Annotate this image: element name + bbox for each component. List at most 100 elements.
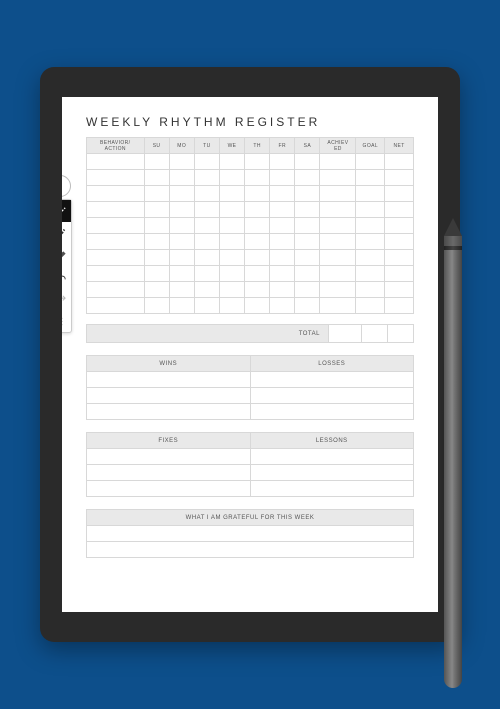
tracker-cell[interactable] <box>194 170 219 186</box>
pen-icon[interactable] <box>62 200 71 222</box>
tracker-cell[interactable] <box>169 218 194 234</box>
tracker-cell[interactable] <box>245 202 270 218</box>
tracker-cell[interactable] <box>356 250 385 266</box>
tracker-cell[interactable] <box>87 202 145 218</box>
tracker-cell[interactable] <box>245 154 270 170</box>
tracker-cell[interactable] <box>270 202 295 218</box>
tracker-cell[interactable] <box>194 218 219 234</box>
tracker-cell[interactable] <box>194 202 219 218</box>
tracker-cell[interactable] <box>194 298 219 314</box>
tracker-cell[interactable] <box>87 266 145 282</box>
tracker-cell[interactable] <box>87 170 145 186</box>
tracker-cell[interactable] <box>169 186 194 202</box>
total-net-cell[interactable] <box>387 325 413 343</box>
tracker-cell[interactable] <box>385 202 414 218</box>
tracker-cell[interactable] <box>295 154 320 170</box>
tracker-cell[interactable] <box>219 266 244 282</box>
total-goal-cell[interactable] <box>361 325 387 343</box>
tracker-cell[interactable] <box>320 154 356 170</box>
writing-cell[interactable] <box>87 465 251 481</box>
tracker-cell[interactable] <box>144 202 169 218</box>
highlighter-icon[interactable] <box>62 222 71 244</box>
writing-cell[interactable] <box>87 526 414 542</box>
tracker-cell[interactable] <box>356 266 385 282</box>
writing-cell[interactable] <box>250 449 414 465</box>
tracker-cell[interactable] <box>295 282 320 298</box>
tracker-cell[interactable] <box>320 266 356 282</box>
tracker-cell[interactable] <box>219 234 244 250</box>
tracker-cell[interactable] <box>87 298 145 314</box>
tracker-cell[interactable] <box>245 266 270 282</box>
tracker-cell[interactable] <box>320 186 356 202</box>
tracker-cell[interactable] <box>295 218 320 234</box>
tracker-cell[interactable] <box>144 154 169 170</box>
tracker-cell[interactable] <box>87 154 145 170</box>
tracker-cell[interactable] <box>144 298 169 314</box>
total-achieved-cell[interactable] <box>328 325 361 343</box>
tracker-cell[interactable] <box>270 234 295 250</box>
writing-cell[interactable] <box>87 449 251 465</box>
writing-cell[interactable] <box>250 404 414 420</box>
tracker-cell[interactable] <box>385 298 414 314</box>
tracker-cell[interactable] <box>245 298 270 314</box>
tracker-cell[interactable] <box>144 282 169 298</box>
tracker-cell[interactable] <box>320 282 356 298</box>
tracker-cell[interactable] <box>87 234 145 250</box>
writing-cell[interactable] <box>87 372 251 388</box>
writing-cell[interactable] <box>87 388 251 404</box>
tracker-cell[interactable] <box>169 154 194 170</box>
tracker-cell[interactable] <box>169 250 194 266</box>
tracker-cell[interactable] <box>295 266 320 282</box>
tracker-cell[interactable] <box>219 154 244 170</box>
tracker-cell[interactable] <box>194 234 219 250</box>
tracker-cell[interactable] <box>356 186 385 202</box>
tracker-cell[interactable] <box>245 186 270 202</box>
tracker-cell[interactable] <box>320 298 356 314</box>
tracker-cell[interactable] <box>270 154 295 170</box>
tracker-cell[interactable] <box>270 266 295 282</box>
tracker-cell[interactable] <box>320 234 356 250</box>
tracker-cell[interactable] <box>169 202 194 218</box>
tracker-cell[interactable] <box>245 250 270 266</box>
tracker-cell[interactable] <box>219 298 244 314</box>
eraser-icon[interactable] <box>62 244 71 266</box>
tracker-cell[interactable] <box>270 170 295 186</box>
tracker-cell[interactable] <box>219 186 244 202</box>
tracker-cell[interactable] <box>295 186 320 202</box>
tracker-cell[interactable] <box>144 170 169 186</box>
writing-cell[interactable] <box>250 372 414 388</box>
tracker-cell[interactable] <box>245 170 270 186</box>
writing-cell[interactable] <box>250 388 414 404</box>
tracker-cell[interactable] <box>169 234 194 250</box>
tracker-cell[interactable] <box>87 282 145 298</box>
tracker-cell[interactable] <box>356 154 385 170</box>
tracker-cell[interactable] <box>144 266 169 282</box>
writing-cell[interactable] <box>250 465 414 481</box>
tracker-cell[interactable] <box>385 234 414 250</box>
tracker-cell[interactable] <box>320 202 356 218</box>
tracker-cell[interactable] <box>144 218 169 234</box>
stylus[interactable] <box>444 218 462 688</box>
tracker-cell[interactable] <box>169 266 194 282</box>
tracker-cell[interactable] <box>356 202 385 218</box>
writing-cell[interactable] <box>87 404 251 420</box>
tracker-cell[interactable] <box>356 234 385 250</box>
tracker-cell[interactable] <box>295 170 320 186</box>
undo-icon[interactable] <box>62 266 71 288</box>
tracker-cell[interactable] <box>385 282 414 298</box>
tracker-cell[interactable] <box>385 154 414 170</box>
tracker-cell[interactable] <box>219 218 244 234</box>
tracker-cell[interactable] <box>270 282 295 298</box>
tracker-cell[interactable] <box>385 170 414 186</box>
tracker-cell[interactable] <box>144 250 169 266</box>
tracker-cell[interactable] <box>320 218 356 234</box>
tracker-cell[interactable] <box>169 298 194 314</box>
tracker-cell[interactable] <box>194 266 219 282</box>
tracker-cell[interactable] <box>295 234 320 250</box>
tracker-cell[interactable] <box>245 218 270 234</box>
tracker-cell[interactable] <box>270 218 295 234</box>
tracker-cell[interactable] <box>194 250 219 266</box>
tracker-cell[interactable] <box>169 170 194 186</box>
writing-cell[interactable] <box>87 542 414 558</box>
tracker-cell[interactable] <box>385 186 414 202</box>
